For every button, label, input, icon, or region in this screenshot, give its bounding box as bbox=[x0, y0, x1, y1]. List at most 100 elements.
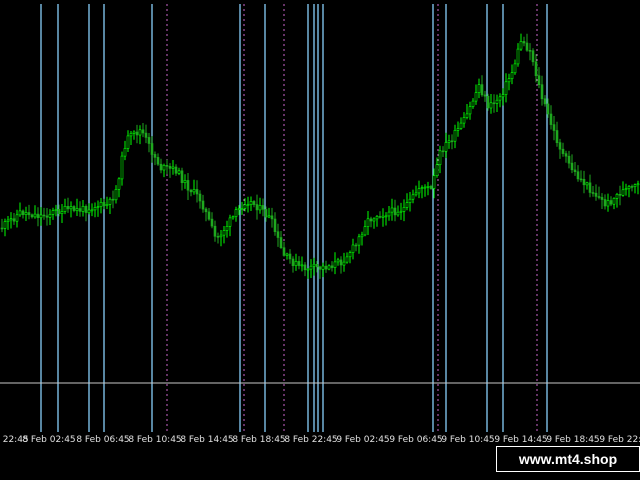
candlestick bbox=[156, 153, 160, 166]
candlestick bbox=[135, 124, 139, 144]
candlestick bbox=[93, 202, 97, 218]
candlestick bbox=[564, 150, 568, 163]
candlestick bbox=[309, 259, 313, 278]
candlestick bbox=[291, 256, 295, 273]
candlestick bbox=[150, 136, 154, 163]
candlestick bbox=[153, 151, 157, 166]
candlestick bbox=[630, 184, 634, 192]
candlestick bbox=[234, 206, 238, 222]
candlestick bbox=[321, 262, 325, 278]
candlestick bbox=[579, 170, 583, 183]
candlestick bbox=[336, 257, 340, 266]
candlestick bbox=[525, 33, 529, 52]
candlestick bbox=[6, 216, 10, 230]
candlestick bbox=[228, 214, 232, 237]
candlestick bbox=[282, 241, 286, 257]
candlestick bbox=[207, 208, 211, 221]
candlestick bbox=[318, 265, 322, 279]
candlestick bbox=[105, 196, 109, 209]
candlestick bbox=[474, 84, 478, 105]
candlestick bbox=[33, 205, 37, 219]
candlestick bbox=[9, 212, 13, 229]
candlestick bbox=[195, 180, 199, 203]
candlestick bbox=[423, 184, 427, 197]
candlestick bbox=[162, 163, 166, 178]
candlestick bbox=[141, 123, 145, 138]
candlestick bbox=[84, 204, 88, 222]
candlestick bbox=[555, 121, 559, 147]
candlestick bbox=[12, 213, 16, 225]
candlestick bbox=[288, 249, 292, 264]
candlestick bbox=[510, 64, 514, 85]
candlestick bbox=[21, 209, 25, 219]
candlestick bbox=[615, 192, 619, 208]
candlestick bbox=[468, 101, 472, 120]
candlestick bbox=[441, 146, 445, 157]
candlestick bbox=[585, 181, 589, 190]
candlestick bbox=[240, 202, 244, 215]
candlestick bbox=[0, 218, 4, 233]
time-axis-label: 8 Feb 10:45 bbox=[128, 435, 182, 445]
candlestick bbox=[270, 207, 274, 228]
candlestick bbox=[18, 202, 22, 217]
candlestick bbox=[225, 220, 229, 238]
candlestick bbox=[213, 220, 217, 242]
candlestick bbox=[492, 94, 496, 113]
candlestick bbox=[456, 121, 460, 137]
time-axis-label: 9 Feb 14:45 bbox=[494, 435, 548, 445]
candlestick bbox=[537, 67, 541, 89]
candlestick bbox=[393, 199, 397, 222]
candlestick bbox=[567, 150, 571, 169]
candlestick bbox=[300, 256, 304, 272]
candlestick bbox=[60, 204, 64, 223]
candlestick bbox=[561, 142, 565, 157]
candlestick bbox=[414, 185, 418, 197]
candlestick bbox=[543, 95, 547, 107]
candlestick bbox=[627, 185, 631, 198]
candlestick bbox=[72, 205, 76, 213]
candlestick bbox=[348, 250, 352, 264]
candlestick bbox=[177, 167, 181, 176]
candlestick bbox=[420, 185, 424, 199]
candlestick bbox=[78, 201, 82, 217]
candlestick bbox=[447, 134, 451, 149]
time-axis-label: 8 Feb 14:45 bbox=[180, 435, 234, 445]
candlestick bbox=[405, 193, 409, 211]
candlestick bbox=[189, 188, 193, 197]
candlestick bbox=[39, 207, 43, 226]
time-axis-label: 8 Feb 02:45 bbox=[22, 435, 76, 445]
price-chart[interactable]: 8 Feb 22:458 Feb 02:458 Feb 06:458 Feb 1… bbox=[0, 0, 640, 452]
candlestick bbox=[345, 252, 349, 264]
candlestick bbox=[123, 140, 127, 161]
candlestick bbox=[582, 170, 586, 194]
candlestick bbox=[489, 94, 493, 114]
candlestick bbox=[549, 105, 553, 130]
candlestick bbox=[381, 208, 385, 227]
candlestick bbox=[174, 164, 178, 176]
candlestick bbox=[402, 199, 406, 222]
candlestick bbox=[594, 184, 598, 201]
candlestick bbox=[504, 73, 508, 103]
candlestick bbox=[531, 48, 535, 66]
candlestick bbox=[540, 75, 544, 106]
candlestick bbox=[366, 211, 370, 235]
candlestick bbox=[597, 186, 601, 200]
candlestick bbox=[330, 261, 334, 272]
candlestick bbox=[444, 132, 448, 159]
candlestick bbox=[303, 262, 307, 277]
candlestick bbox=[15, 209, 19, 228]
candlestick bbox=[603, 194, 607, 210]
candlestick bbox=[132, 130, 136, 140]
candlestick bbox=[273, 212, 277, 236]
candlestick-chart[interactable] bbox=[0, 0, 640, 452]
candlestick bbox=[357, 233, 361, 254]
candlestick bbox=[255, 194, 259, 220]
candlestick bbox=[324, 260, 328, 273]
candlestick bbox=[219, 230, 223, 247]
candlestick bbox=[465, 104, 469, 120]
candlestick bbox=[477, 78, 481, 99]
candlestick bbox=[252, 200, 256, 208]
candlestick bbox=[429, 184, 433, 190]
candlestick bbox=[42, 207, 46, 220]
candlestick bbox=[459, 117, 463, 130]
